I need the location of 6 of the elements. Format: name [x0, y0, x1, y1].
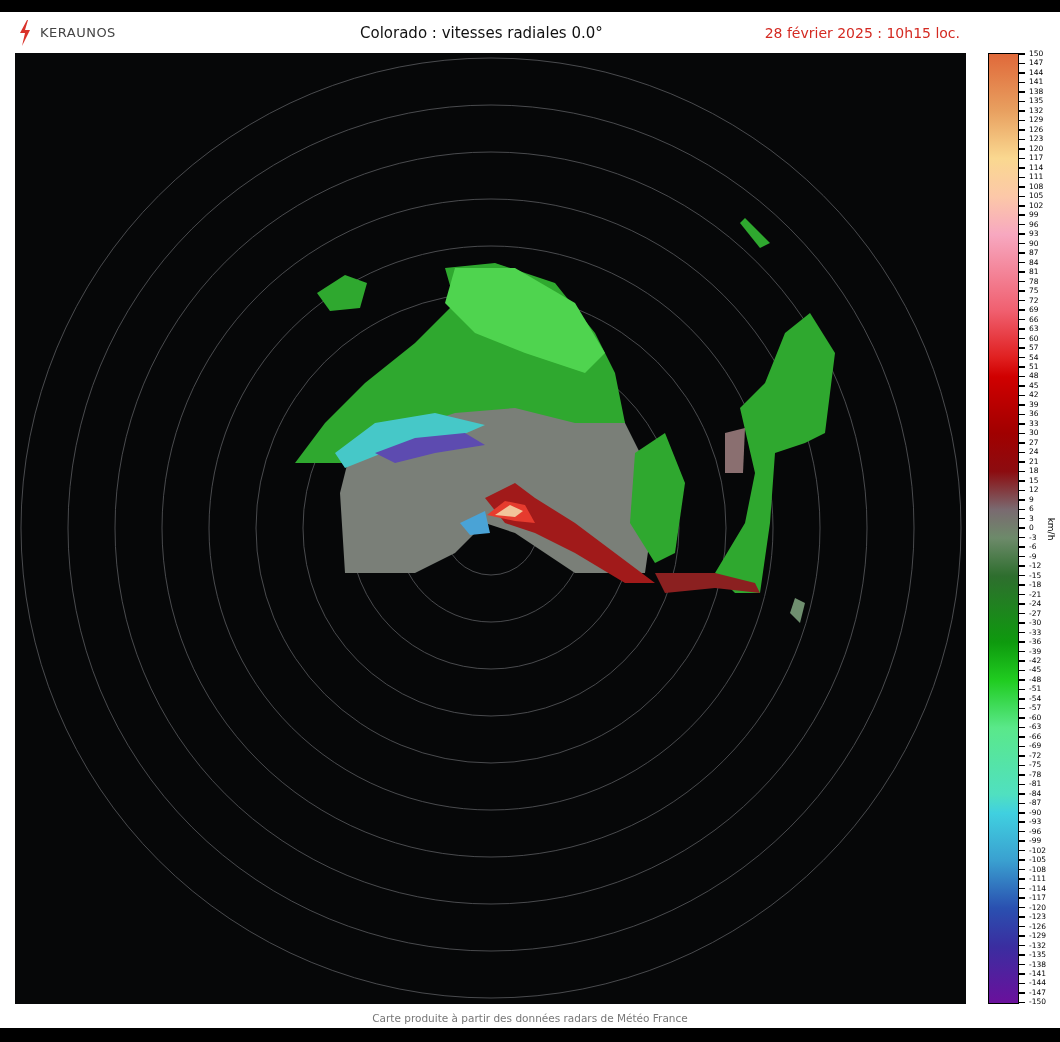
logo-text: KERAUNOS — [40, 25, 116, 40]
date-time: 28 février 2025 : 10h15 loc. — [764, 24, 960, 41]
unit-label: km/h — [1046, 517, 1057, 540]
lightning-bolt-icon — [18, 19, 32, 46]
map-title: Colorado : vitesses radiales 0.0° — [359, 23, 604, 42]
source-credit: Carte produite à partir des données radars de Météo France — [371, 1012, 689, 1024]
